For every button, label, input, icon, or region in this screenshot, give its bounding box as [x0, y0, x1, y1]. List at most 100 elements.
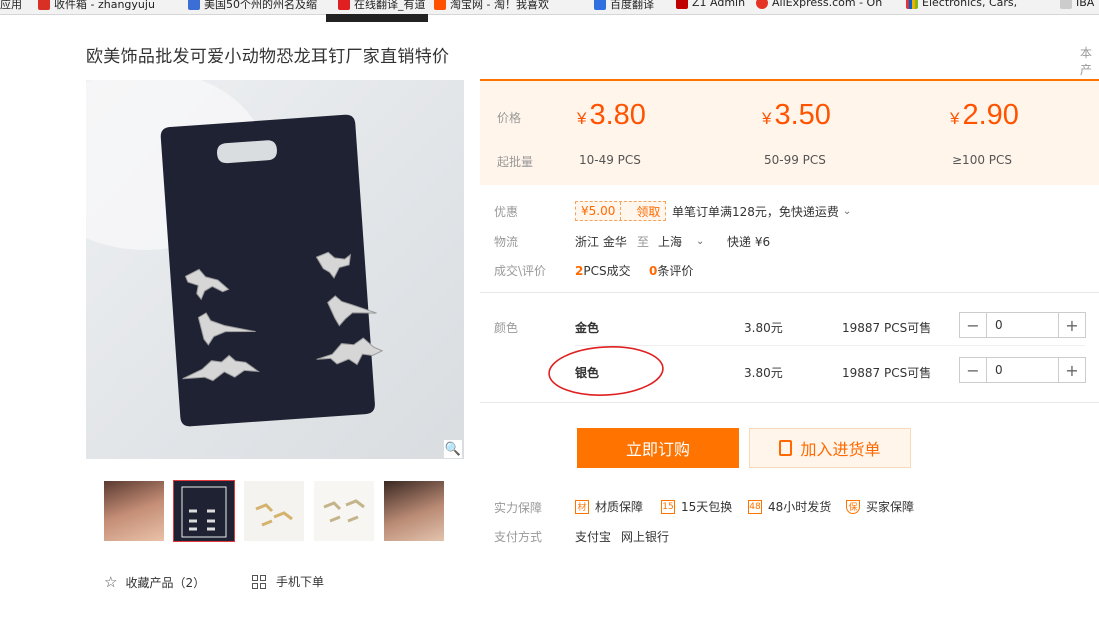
- price-label: 价格: [497, 111, 522, 125]
- favorite-label: 收藏产品（2）: [125, 575, 206, 590]
- bookmark-admin[interactable]: Z1 Admin: [676, 0, 745, 9]
- promo-text: 单笔订单满128元，免快递运费: [672, 205, 839, 219]
- zoom-icon[interactable]: 🔍: [444, 440, 462, 458]
- silver-earrings-icon: [323, 499, 365, 523]
- chevron-down-icon: ⌄: [696, 236, 705, 247]
- iba-icon: [1060, 0, 1072, 9]
- product-title: 欧美饰品批发可爱小动物恐龙耳钉厂家直销特价: [86, 47, 450, 67]
- taobao-icon: [434, 0, 446, 10]
- favorite-product[interactable]: ☆ 收藏产品（2）: [104, 573, 205, 591]
- bookmark-iba[interactable]: IBA: [1060, 0, 1094, 9]
- quantity-input[interactable]: 0: [986, 358, 1059, 382]
- bookmarks-bar: 应用 收件箱 - zhangyuju 美国50个州的州名及缩 在线翻译_有道 淘…: [0, 0, 1099, 15]
- promo-dropdown[interactable]: 单笔订单满128元，免快递运费 ⌄: [672, 203, 851, 220]
- product-main-image[interactable]: [86, 80, 464, 459]
- payment-alipay: 支付宝: [575, 530, 612, 544]
- thumbnail-4[interactable]: [314, 481, 374, 541]
- bookmark-apps[interactable]: 应用: [0, 0, 22, 12]
- annotation-circle: [548, 346, 664, 396]
- guarantee-return[interactable]: 15 15天包换: [661, 498, 732, 515]
- bookmark-aliexpress[interactable]: AliExpress.com - On: [756, 0, 882, 9]
- gold-earrings-icon: [255, 503, 293, 527]
- nav-tab-active[interactable]: [326, 14, 428, 22]
- coupon-claim-button[interactable]: 领取: [631, 203, 665, 220]
- plus-button[interactable]: +: [1059, 313, 1085, 337]
- price-tier-1: ¥3.80: [577, 99, 646, 131]
- add-to-cart-button[interactable]: 加入进货单: [749, 428, 911, 468]
- add-to-cart-label: 加入进货单: [800, 440, 881, 459]
- guarantee-buyer[interactable]: 保买家保障: [846, 498, 914, 515]
- thumbnail-5[interactable]: [384, 481, 444, 541]
- express-fee: 快递 ¥6: [727, 235, 771, 249]
- buy-now-button[interactable]: 立即订购: [577, 428, 739, 468]
- coupon-badge[interactable]: ¥5.00 领取: [575, 201, 667, 221]
- quantity-stepper-silver[interactable]: − 0 +: [959, 357, 1086, 383]
- bookmark-ebay[interactable]: Electronics, Cars,: [906, 0, 1017, 9]
- bookmark-gmail[interactable]: 收件箱 - zhangyuju: [38, 0, 155, 12]
- guarantee-ship[interactable]: 48 48小时发货: [748, 498, 831, 515]
- gmail-icon: [38, 0, 50, 10]
- sku-price-silver: 3.80元: [744, 366, 783, 380]
- admin-icon: [676, 0, 688, 9]
- bookmark-label: 应用: [0, 0, 22, 11]
- minus-button[interactable]: −: [960, 313, 986, 337]
- color-label: 颜色: [494, 321, 519, 335]
- aliexpress-icon: [756, 0, 768, 9]
- bookmark-youdao[interactable]: 在线翻译_有道: [338, 0, 426, 12]
- earring-card-illustration: [86, 80, 384, 427]
- bookmark-taobao[interactable]: 淘宝网 - 淘！我喜欢: [434, 0, 549, 12]
- coupon-divider: [620, 202, 631, 220]
- review-count[interactable]: 0条评价: [649, 262, 693, 279]
- logistics-label: 物流: [494, 235, 519, 249]
- moq-label: 起批量: [497, 155, 534, 169]
- payment-online-bank: 网上银行: [621, 530, 670, 544]
- ship-to-word: 至: [637, 235, 650, 249]
- youdao-icon: [338, 0, 350, 10]
- thumbnail-3[interactable]: [244, 481, 304, 541]
- sku-name-gold[interactable]: 金色: [575, 319, 599, 336]
- minus-button[interactable]: −: [960, 358, 986, 382]
- ship-to-select[interactable]: 上海 ⌄: [658, 233, 704, 250]
- deals-count: 2PCS成交: [575, 264, 631, 278]
- sku-stock-gold: 19887 PCS可售: [842, 321, 932, 335]
- page-icon: [188, 0, 200, 10]
- thumbnail-card-icon: [181, 486, 227, 538]
- plus-button[interactable]: +: [1059, 358, 1085, 382]
- return-icon: 15: [661, 499, 675, 514]
- bookmark-baidu[interactable]: 百度翻译: [594, 0, 654, 12]
- mobile-order[interactable]: 手机下单: [252, 573, 324, 590]
- quality-icon: 材: [575, 499, 589, 514]
- promo-label: 优惠: [494, 205, 519, 219]
- qty-tier-2: 50-99 PCS: [764, 153, 826, 167]
- ebay-icon: [906, 0, 918, 9]
- bookmark-states[interactable]: 美国50个州的州名及缩: [188, 0, 317, 12]
- payment-label: 支付方式: [494, 530, 543, 544]
- deals-label: 成交\评价: [494, 264, 547, 278]
- star-icon: ☆: [104, 573, 118, 591]
- thumbnail-2-selected[interactable]: [173, 480, 235, 542]
- chevron-down-icon: ⌄: [842, 206, 852, 217]
- price-panel: 价格 起批量 ¥3.80 10-49 PCS ¥3.50 50-99 PCS ¥…: [480, 79, 1099, 185]
- ship-from: 浙江 金华: [575, 235, 627, 249]
- shield-icon: 保: [846, 499, 860, 514]
- mobile-label: 手机下单: [276, 575, 325, 589]
- sku-price-gold: 3.80元: [744, 321, 783, 335]
- ship-icon: 48: [748, 499, 762, 514]
- qty-tier-1: 10-49 PCS: [579, 153, 641, 167]
- divider: [480, 292, 1099, 293]
- quantity-input[interactable]: 0: [986, 313, 1059, 337]
- sku-stock-silver: 19887 PCS可售: [842, 366, 932, 380]
- qty-tier-3: ≥100 PCS: [952, 153, 1013, 167]
- title-right-link[interactable]: 本产: [1080, 44, 1099, 78]
- price-tier-3: ¥2.90: [950, 99, 1019, 131]
- clipboard-icon: [779, 440, 793, 456]
- guarantee-label: 实力保障: [494, 501, 543, 515]
- price-tier-2: ¥3.50: [762, 99, 831, 131]
- guarantee-quality[interactable]: 材材质保障: [575, 498, 643, 515]
- divider: [480, 402, 1099, 403]
- coupon-value: ¥5.00: [581, 204, 616, 218]
- qr-code-icon: [252, 574, 266, 589]
- baidu-icon: [594, 0, 606, 10]
- quantity-stepper-gold[interactable]: − 0 +: [959, 312, 1086, 338]
- thumbnail-1[interactable]: [104, 481, 164, 541]
